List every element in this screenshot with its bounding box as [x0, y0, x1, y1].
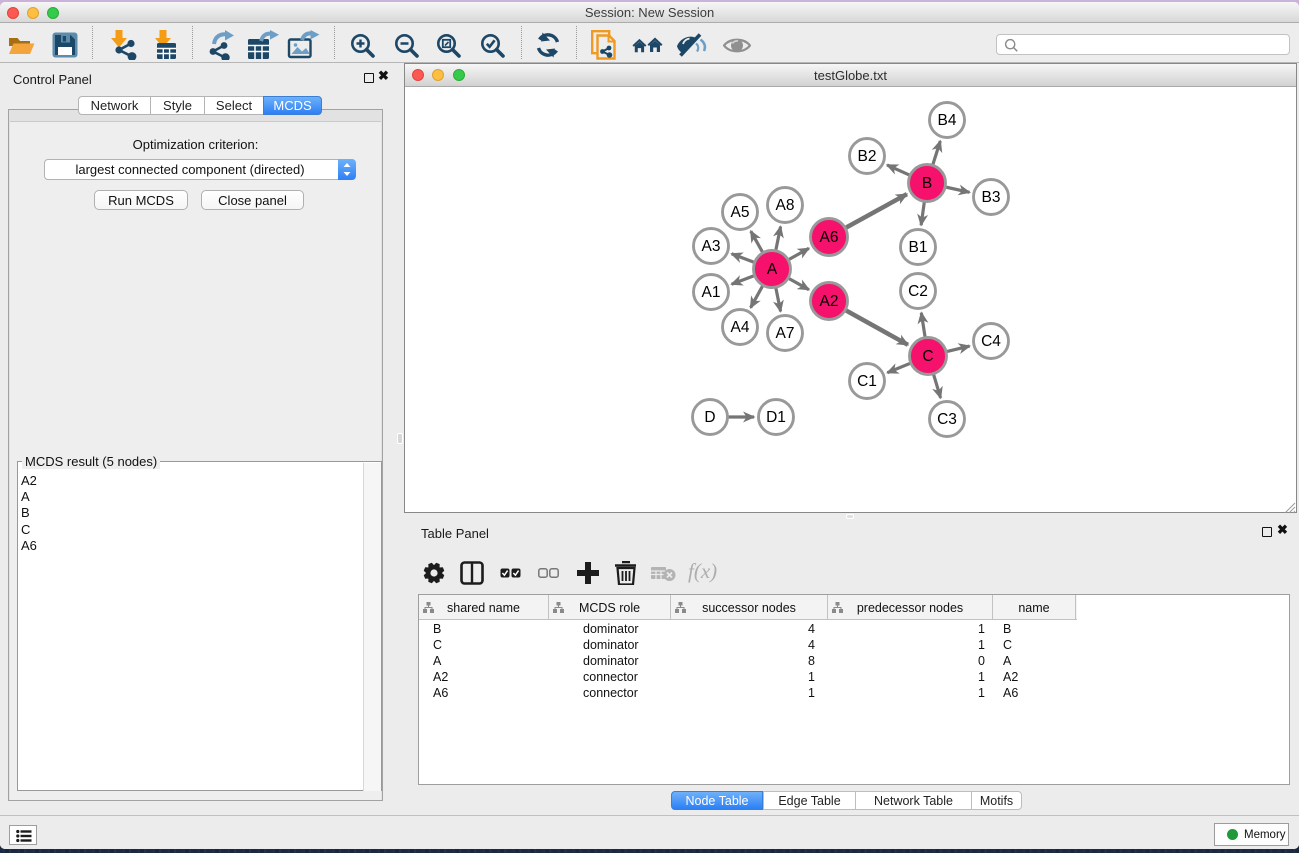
- svg-text:C3: C3: [937, 411, 957, 428]
- svg-text:D1: D1: [766, 409, 786, 426]
- svg-text:A1: A1: [702, 284, 721, 301]
- svg-text:A2: A2: [820, 293, 839, 310]
- svg-text:A6: A6: [820, 229, 839, 246]
- svg-text:B: B: [922, 175, 932, 192]
- svg-text:B2: B2: [858, 148, 877, 165]
- svg-text:C2: C2: [908, 283, 928, 300]
- svg-text:C: C: [922, 348, 933, 365]
- svg-text:A7: A7: [776, 325, 795, 342]
- svg-text:B4: B4: [938, 112, 957, 129]
- svg-text:B1: B1: [909, 239, 928, 256]
- svg-text:A8: A8: [776, 197, 795, 214]
- svg-text:A4: A4: [731, 319, 750, 336]
- svg-text:C4: C4: [981, 333, 1001, 350]
- svg-text:A: A: [767, 261, 778, 278]
- svg-text:B3: B3: [982, 189, 1001, 206]
- svg-text:C1: C1: [857, 373, 877, 390]
- svg-text:D: D: [704, 409, 715, 426]
- svg-text:A3: A3: [702, 238, 721, 255]
- svg-text:A5: A5: [731, 204, 750, 221]
